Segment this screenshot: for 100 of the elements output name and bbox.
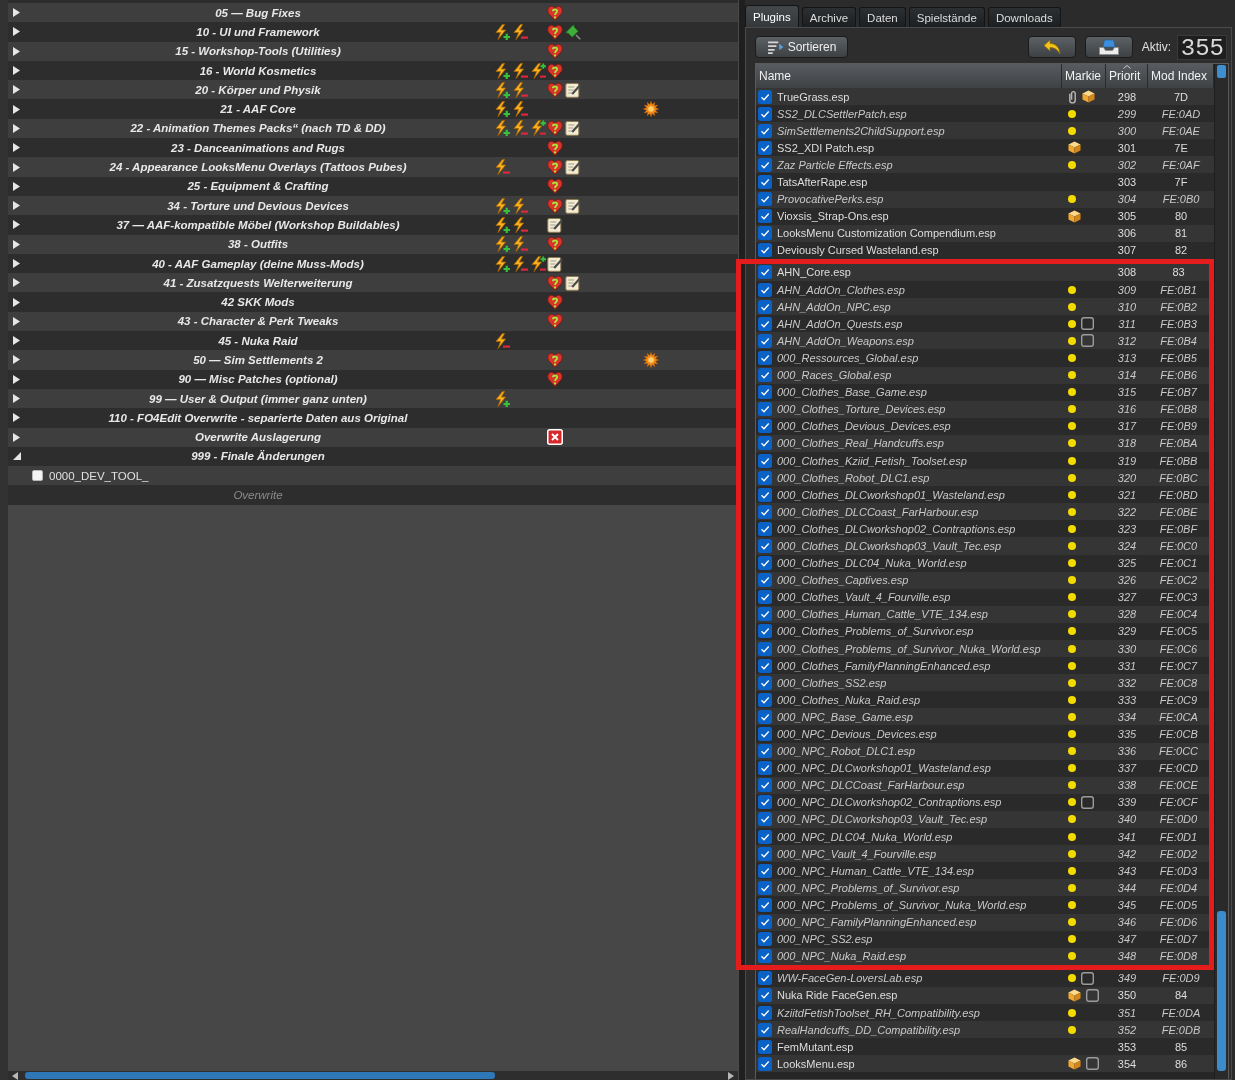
separator-row[interactable]: 37 — AAF-kompatible Möbel (Workshop Buildables)	[8, 215, 738, 235]
plugin-checkbox[interactable]	[758, 915, 772, 930]
separator-row[interactable]: 10 - UI und Framework	[8, 22, 738, 42]
plugin-checkbox[interactable]	[758, 106, 772, 121]
expand-arrow-icon[interactable]	[13, 181, 20, 191]
separator-row[interactable]: 22 - Animation Themes Packs“ (nach TD & DD)	[8, 118, 738, 139]
expand-arrow-icon[interactable]	[13, 297, 20, 307]
tab[interactable]: Spielstände	[908, 7, 985, 27]
plugin-row[interactable]: 000_NPC_Problems_of_Survivor.esp 344 FE:0D4	[756, 879, 1209, 897]
plugin-checkbox[interactable]	[758, 140, 772, 155]
scroll-right-button[interactable]	[728, 1071, 734, 1080]
separator-row[interactable]: 38 - Outfits	[8, 234, 738, 254]
plugin-checkbox[interactable]	[758, 89, 772, 104]
plugin-row[interactable]: LooksMenu.esp 354 86	[756, 1055, 1214, 1073]
plugin-checkbox[interactable]	[758, 385, 772, 400]
plugin-checkbox[interactable]	[758, 350, 772, 365]
plugin-checkbox[interactable]	[758, 658, 772, 673]
plugin-checkbox[interactable]	[758, 282, 772, 297]
expand-arrow-icon[interactable]	[13, 394, 20, 404]
separator-row[interactable]: 21 - AAF Core	[8, 99, 738, 119]
plugin-row[interactable]: AHN_AddOn_Quests.esp 311 FE:0B3	[756, 315, 1209, 333]
separator-row[interactable]: 110 - FO4Edit Overwrite - separierte Daten aus Original	[8, 408, 738, 428]
plugin-checkbox[interactable]	[758, 573, 772, 588]
separator-row[interactable]: 16 - World Kosmetics	[8, 60, 738, 81]
plugin-checkbox[interactable]	[758, 988, 772, 1003]
plugin-checkbox[interactable]	[758, 829, 772, 844]
plugin-checkbox[interactable]	[758, 880, 772, 895]
plugin-row[interactable]: 000_Clothes_Nuka_Raid.esp 333 FE:0C9	[756, 691, 1209, 709]
plugin-checkbox[interactable]	[758, 727, 772, 741]
plugin-row[interactable]: 000_Clothes_Robot_DLC1.esp 320 FE:0BC	[756, 469, 1209, 487]
column-header[interactable]: Markie	[1062, 64, 1106, 88]
plugin-checkbox[interactable]	[758, 971, 772, 986]
plugin-row[interactable]: 000_NPC_Vault_4_Fourville.esp 342 FE:0D2	[756, 845, 1209, 863]
plugin-checkbox[interactable]	[758, 607, 772, 622]
expand-arrow-icon[interactable]	[13, 8, 20, 18]
plugin-checkbox[interactable]	[758, 487, 772, 502]
expand-arrow-icon[interactable]	[13, 259, 20, 268]
plugin-checkbox[interactable]	[758, 675, 772, 690]
plugin-checkbox[interactable]	[758, 436, 772, 451]
expand-arrow-icon[interactable]	[13, 46, 20, 56]
plugin-row[interactable]: 000_NPC_Base_Game.esp 334 FE:0CA	[756, 708, 1209, 726]
separator-row[interactable]: 23 - Danceanimations and Rugs	[8, 138, 738, 158]
separator-row[interactable]: 20 - Körper und Physik	[8, 80, 738, 100]
separator-row[interactable]: 15 - Workshop-Tools (Utilities)	[8, 41, 738, 61]
plugin-checkbox[interactable]	[758, 299, 772, 314]
plugin-row[interactable]: RealHandcuffs_DD_Compatibility.esp 352 FE:0DB	[756, 1021, 1214, 1039]
plugin-row[interactable]: SS2_XDI Patch.esp 301 7E	[756, 139, 1214, 157]
plugin-row[interactable]: AHN_Core.esp 308 83	[756, 263, 1209, 282]
column-header[interactable]: Mod Index	[1148, 64, 1214, 88]
scroll-up-button[interactable]	[1217, 65, 1226, 78]
plugin-checkbox[interactable]	[758, 539, 772, 553]
plugin-row[interactable]: SimSettlements2ChildSupport.esp 300 FE:0AE	[756, 122, 1214, 140]
plugin-checkbox[interactable]	[758, 744, 772, 759]
scroll-left-button[interactable]	[12, 1071, 18, 1080]
plugin-row[interactable]: 000_Clothes_DLCworkshop02_Contraptions.esp 323 FE:0BF	[756, 520, 1209, 538]
plugin-checkbox[interactable]	[758, 949, 772, 964]
separator-row[interactable]: 05 — Bug Fixes	[8, 3, 738, 23]
expand-arrow-icon[interactable]	[13, 355, 20, 365]
plugin-checkbox[interactable]	[758, 402, 772, 417]
separator-row[interactable]: 45 - Nuka Raid	[8, 331, 738, 351]
plugin-row[interactable]: 000_Clothes_DLCCoast_FarHarbour.esp 322 FE:0BE	[756, 503, 1209, 521]
plugin-row[interactable]: 000_NPC_Human_Cattle_VTE_134.esp 343 FE:0D3	[756, 862, 1209, 880]
expand-arrow-icon[interactable]	[13, 104, 20, 114]
plugin-checkbox[interactable]	[758, 470, 772, 485]
plugin-checkbox[interactable]	[758, 265, 772, 280]
plugin-checkbox[interactable]	[758, 123, 772, 138]
plugin-row[interactable]: TatsAfterRape.esp 303 7F	[756, 173, 1214, 191]
undo-button[interactable]	[1027, 36, 1076, 58]
plugin-row[interactable]: AHN_AddOn_Weapons.esp 312 FE:0B4	[756, 332, 1209, 350]
plugin-checkbox[interactable]	[758, 692, 772, 707]
plugin-checkbox[interactable]	[758, 316, 772, 331]
mod-row[interactable]: 0000_DEV_TOOL_	[8, 466, 738, 486]
plugin-checkbox[interactable]	[758, 368, 772, 383]
plugin-checkbox[interactable]	[758, 419, 772, 434]
plugin-checkbox[interactable]	[758, 761, 772, 776]
plugin-checkbox[interactable]	[758, 863, 772, 878]
plugin-row[interactable]: FemMutant.esp 353 85	[756, 1038, 1214, 1056]
mod-checkbox[interactable]	[32, 470, 43, 482]
expand-arrow-icon[interactable]	[13, 66, 20, 76]
tab[interactable]: Plugins	[745, 5, 799, 27]
plugin-checkbox[interactable]	[758, 846, 772, 861]
expand-arrow-icon[interactable]	[13, 27, 20, 37]
plugin-checkbox[interactable]	[758, 243, 772, 258]
expand-arrow-icon[interactable]	[12, 452, 21, 461]
plugin-checkbox[interactable]	[758, 333, 772, 348]
plugin-checkbox[interactable]	[758, 1056, 772, 1071]
plugin-row[interactable]: AHN_AddOn_Clothes.esp 309 FE:0B1	[756, 281, 1209, 299]
expand-arrow-icon[interactable]	[13, 85, 20, 95]
plugin-checkbox[interactable]	[758, 624, 772, 639]
plugin-row[interactable]: 000_Clothes_FamilyPlanningEnhanced.esp 331 FE:0C7	[756, 657, 1209, 675]
expand-arrow-icon[interactable]	[13, 239, 20, 249]
expand-arrow-icon[interactable]	[13, 123, 20, 133]
plugin-checkbox[interactable]	[758, 175, 772, 189]
plugin-row[interactable]: 000_Ressources_Global.esp 313 FE:0B5	[756, 349, 1209, 367]
expand-arrow-icon[interactable]	[13, 316, 20, 326]
plugin-row[interactable]: 000_NPC_Problems_of_Survivor_Nuka_World.esp 345 FE:0D5	[756, 896, 1209, 914]
expand-arrow-icon[interactable]	[13, 413, 20, 423]
plugin-row[interactable]: 000_Clothes_Problems_of_Survivor_Nuka_World.esp 330 FE:0C6	[756, 640, 1209, 658]
plugin-checkbox[interactable]	[758, 795, 772, 810]
scrollbar-thumb[interactable]	[25, 1072, 495, 1079]
